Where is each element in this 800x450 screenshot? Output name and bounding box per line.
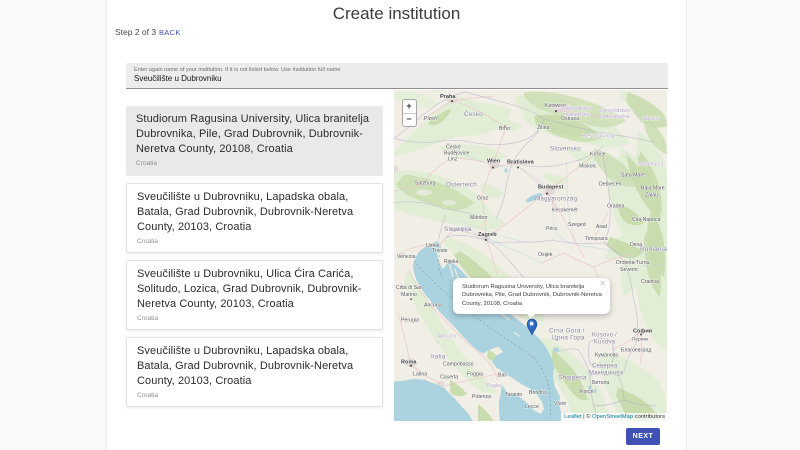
svg-text:Prešovský kraj: Prešovský kraj [582, 133, 614, 139]
svg-text:Potenza: Potenza [472, 394, 491, 400]
svg-text:Maramureș: Maramureș [638, 161, 664, 167]
svg-text:Plzeň: Plzeň [424, 116, 437, 122]
svg-text:Битола: Битола [592, 380, 609, 386]
svg-text:Craiova: Craiova [641, 279, 659, 285]
svg-text:Vlorë: Vlorë [554, 401, 566, 407]
svg-text:Linz: Linz [448, 156, 458, 162]
svg-text:Ancona: Ancona [424, 302, 442, 308]
svg-text:София: София [633, 327, 652, 334]
svg-text:Udine: Udine [426, 243, 440, 249]
svg-text:Zalău: Zalău [645, 193, 658, 199]
svg-text:Severin: Severin [620, 267, 638, 273]
svg-text:České: České [446, 143, 461, 150]
svg-text:Osijek: Osijek [538, 252, 553, 258]
svg-text:podkarpackie: podkarpackie [600, 114, 630, 120]
svg-text:Česko: Česko [464, 109, 483, 118]
svg-text:Slovensko: Slovensko [550, 145, 581, 152]
svg-text:Црна Гора: Црна Гора [552, 334, 585, 341]
svg-text:Foggia: Foggia [467, 372, 483, 378]
svg-text:Salzburg: Salzburg [415, 181, 436, 187]
svg-text:România: România [640, 246, 667, 253]
svg-text:Maribor: Maribor [470, 215, 488, 221]
svg-text:Budapest: Budapest [538, 185, 564, 191]
svg-text:Timișoara: Timișoara [585, 236, 608, 242]
svg-text:Miskolc: Miskolc [579, 163, 597, 169]
svg-text:Bratislava: Bratislava [507, 159, 535, 165]
svg-text:Perugia: Perugia [401, 317, 419, 323]
svg-text:Abruzzo: Abruzzo [438, 333, 457, 339]
svg-text:Kecskemét: Kecskemét [552, 208, 578, 214]
svg-text:Zagreb: Zagreb [478, 232, 497, 238]
svg-text:Puglia: Puglia [487, 383, 501, 389]
svg-text:Bari: Bari [498, 373, 507, 379]
svg-text:Slovenija: Slovenija [444, 226, 472, 233]
svg-text:Latina: Latina [413, 372, 427, 378]
svg-text:Korçë: Korçë [580, 389, 594, 395]
svg-text:Arad: Arad [596, 224, 607, 230]
svg-text:Magyarország: Magyarország [535, 196, 577, 203]
svg-text:Македонија: Македонија [589, 371, 624, 377]
svg-text:Drobeta-Turnu: Drobeta-Turnu [616, 260, 650, 266]
svg-text:Szeged: Szeged [568, 222, 586, 228]
svg-text:Перник: Перник [632, 337, 649, 343]
svg-text:Wien: Wien [487, 158, 501, 164]
svg-text:Debrecen: Debrecen [599, 182, 622, 188]
svg-text:Venezia: Venezia [397, 254, 416, 260]
svg-text:Oradea: Oradea [607, 204, 624, 210]
svg-text:Северна: Северна [592, 364, 618, 370]
svg-text:Marino: Marino [401, 292, 417, 298]
svg-text:Kosova: Kosova [594, 340, 616, 346]
svg-text:Žilina: Žilina [537, 123, 550, 131]
svg-text:Taranto: Taranto [505, 392, 522, 398]
svg-text:Roma: Roma [401, 360, 417, 366]
svg-text:Baia Mare: Baia Mare [641, 186, 665, 192]
svg-text:Cluj-Napoca: Cluj-Napoca [632, 217, 661, 223]
svg-text:Città di San: Città di San [396, 285, 423, 291]
svg-text:Shqipëria: Shqipëria [558, 375, 587, 382]
svg-text:Satu Mare: Satu Mare [621, 173, 645, 179]
svg-text:Praha: Praha [440, 94, 456, 100]
svg-text:Graz: Graz [477, 196, 489, 202]
svg-text:Pécs: Pécs [546, 226, 558, 232]
svg-text:Campobasso: Campobasso [443, 362, 474, 368]
svg-text:Brindisi: Brindisi [529, 390, 546, 396]
svg-text:Kosovo /: Kosovo / [592, 332, 617, 338]
svg-text:Košice: Košice [590, 151, 606, 157]
svg-text:Italia: Italia [431, 354, 446, 361]
svg-text:Куманово: Куманово [595, 353, 618, 359]
svg-text:Lecce: Lecce [525, 404, 539, 410]
svg-text:Crna Gora /: Crna Gora / [549, 327, 585, 334]
svg-text:małopolskie: małopolskie [564, 112, 591, 118]
svg-text:Caserta: Caserta [440, 375, 458, 381]
svg-text:Österreich: Österreich [446, 181, 477, 189]
svg-text:Rijeka: Rijeka [444, 259, 459, 265]
svg-text:область: область [642, 116, 661, 122]
svg-text:Благоевград: Благоевград [621, 348, 651, 354]
svg-text:Brno: Brno [499, 126, 510, 132]
